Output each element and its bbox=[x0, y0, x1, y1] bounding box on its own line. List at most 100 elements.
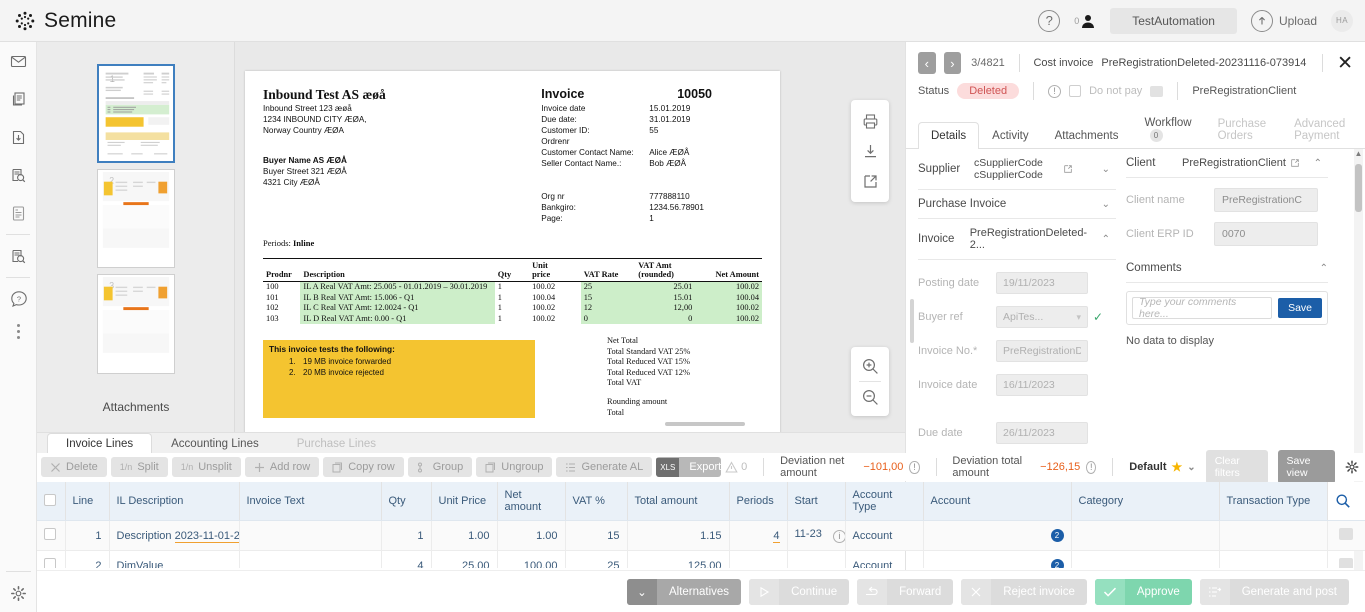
view-selector[interactable]: Default ★ ⌄ bbox=[1129, 460, 1195, 474]
gear-icon[interactable] bbox=[1345, 460, 1359, 474]
unsplit-button[interactable]: 1/n Unsplit bbox=[172, 457, 241, 477]
continue-button[interactable]: Continue bbox=[749, 579, 849, 605]
cell-invoice-text[interactable] bbox=[239, 521, 381, 551]
cell-total-amount[interactable]: 1.15 bbox=[627, 521, 729, 551]
due-date-input[interactable]: 26/11/2023 bbox=[996, 422, 1088, 444]
alert-icon[interactable]: ! bbox=[1048, 85, 1061, 98]
attachments-thumbnail-panel[interactable]: 1 bbox=[37, 42, 235, 432]
do-not-pay-checkbox[interactable] bbox=[1069, 85, 1081, 97]
print-icon[interactable] bbox=[851, 106, 889, 136]
document-scroll-indicator[interactable] bbox=[665, 422, 745, 426]
col-account[interactable]: Account bbox=[923, 482, 1071, 521]
cell-comment[interactable] bbox=[1327, 551, 1365, 569]
sidebar-item-documents[interactable] bbox=[0, 80, 37, 118]
cell-category[interactable] bbox=[1071, 551, 1219, 569]
select-all-header[interactable] bbox=[37, 482, 65, 521]
tab-advanced-payment[interactable]: Advanced Payment bbox=[1281, 110, 1365, 149]
cell-periods[interactable] bbox=[729, 551, 787, 569]
chevron-up-icon[interactable]: ⌃ bbox=[1102, 234, 1110, 245]
row-select-cell[interactable] bbox=[37, 521, 65, 551]
sidebar-item-document-out[interactable] bbox=[0, 118, 37, 156]
col-unit-price[interactable]: Unit Price bbox=[431, 482, 497, 521]
chevron-up-icon[interactable]: ⌃ bbox=[1314, 158, 1322, 169]
grid-search-icon[interactable] bbox=[1327, 482, 1365, 521]
scroll-up-arrow-icon[interactable]: ▲ bbox=[1355, 149, 1363, 158]
tab-attachments[interactable]: Attachments bbox=[1042, 122, 1132, 149]
tab-workflow[interactable]: Workflow0 bbox=[1132, 109, 1205, 149]
generate-al-button[interactable]: Generate AL bbox=[556, 457, 652, 477]
cell-comment[interactable] bbox=[1327, 521, 1365, 551]
alternatives-button[interactable]: ⌄ Alternatives bbox=[627, 579, 741, 605]
thumbnail-page-3[interactable]: 3 bbox=[97, 274, 175, 373]
info-icon[interactable]: i bbox=[833, 530, 845, 543]
next-document-button[interactable]: › bbox=[944, 52, 962, 74]
col-net-amount[interactable]: Net amount bbox=[497, 482, 565, 521]
sidebar-item-archive-search[interactable] bbox=[0, 237, 37, 275]
open-external-icon[interactable] bbox=[1290, 158, 1300, 168]
tab-purchase-lines[interactable]: Purchase Lines bbox=[278, 433, 395, 454]
cell-start[interactable]: 11-23 i bbox=[787, 521, 845, 551]
col-vat-percent[interactable]: VAT % bbox=[565, 482, 627, 521]
save-comment-button[interactable]: Save bbox=[1278, 298, 1322, 318]
posting-date-input[interactable]: 19/11/2023 bbox=[996, 272, 1088, 294]
col-qty[interactable]: Qty bbox=[381, 482, 431, 521]
cell-account[interactable]: 2 bbox=[923, 521, 1071, 551]
chevron-up-icon[interactable]: ⌃ bbox=[1320, 263, 1328, 274]
cell-unit-price[interactable]: 1.00 bbox=[431, 521, 497, 551]
tab-purchase-orders[interactable]: Purchase Orders bbox=[1205, 110, 1282, 149]
comment-icon[interactable] bbox=[1339, 528, 1353, 540]
client-name-input[interactable]: PreRegistrationC bbox=[1214, 188, 1318, 212]
cell-qty[interactable]: 4 bbox=[381, 551, 431, 569]
help-icon[interactable]: ? bbox=[1038, 10, 1060, 32]
download-icon[interactable] bbox=[851, 136, 889, 166]
col-category[interactable]: Category bbox=[1071, 482, 1219, 521]
rail-more-options[interactable] bbox=[0, 324, 37, 339]
star-icon[interactable]: ★ bbox=[1172, 460, 1183, 474]
invoice-date-input[interactable]: 16/11/2023 bbox=[996, 374, 1088, 396]
sidebar-item-invoice[interactable] bbox=[0, 194, 37, 232]
client-accordion[interactable]: Client PreRegistrationClient ⌃ bbox=[1126, 149, 1328, 178]
thumbnail-page-1[interactable]: 1 bbox=[97, 64, 175, 163]
split-button[interactable]: 1/n Split bbox=[111, 457, 168, 477]
cell-net-amount[interactable]: 1.00 bbox=[497, 521, 565, 551]
sidebar-item-help[interactable]: ? bbox=[0, 280, 37, 318]
zoom-out-icon[interactable] bbox=[851, 382, 889, 412]
purchase-invoice-accordion[interactable]: Purchase Invoice ⌄ bbox=[918, 190, 1116, 219]
close-icon[interactable]: ✕ bbox=[1337, 54, 1353, 73]
cell-periods[interactable]: 4 bbox=[729, 521, 787, 551]
col-transaction-type[interactable]: Transaction Type bbox=[1219, 482, 1327, 521]
thumbnail-page-2[interactable]: 2 bbox=[97, 169, 175, 268]
tab-activity[interactable]: Activity bbox=[979, 122, 1041, 149]
col-invoice-text[interactable]: Invoice Text bbox=[239, 482, 381, 521]
copy-row-button[interactable]: Copy row bbox=[323, 457, 403, 477]
cell-unit-price[interactable]: 25.00 bbox=[431, 551, 497, 569]
client-erp-id-input[interactable]: 0070 bbox=[1214, 222, 1318, 246]
col-account-type[interactable]: Account Type bbox=[845, 482, 923, 521]
open-external-icon[interactable] bbox=[851, 166, 889, 196]
cell-il-description[interactable]: Description 2023-11-01-2024-02 bbox=[109, 521, 239, 551]
chevron-down-icon[interactable]: ⌄ bbox=[1102, 164, 1110, 175]
row-checkbox[interactable] bbox=[44, 558, 56, 568]
info-icon[interactable]: ! bbox=[1086, 461, 1096, 474]
forward-button[interactable]: Forward bbox=[857, 579, 953, 605]
col-periods[interactable]: Periods bbox=[729, 482, 787, 521]
tab-invoice-lines[interactable]: Invoice Lines bbox=[47, 433, 152, 454]
ungroup-button[interactable]: Ungroup bbox=[476, 457, 552, 477]
cell-account[interactable]: 2 bbox=[923, 551, 1071, 569]
cell-account-type[interactable]: Account bbox=[845, 551, 923, 569]
sidebar-item-document-search[interactable] bbox=[0, 156, 37, 194]
select-all-checkbox[interactable] bbox=[44, 494, 56, 506]
chevron-down-icon[interactable]: ⌄ bbox=[1102, 199, 1110, 210]
user-chip[interactable]: TestAutomation bbox=[1110, 8, 1237, 34]
generate-and-post-button[interactable]: Generate and post bbox=[1200, 579, 1349, 605]
cell-total-amount[interactable]: 125.00 bbox=[627, 551, 729, 569]
invoice-accordion[interactable]: Invoice PreRegistrationDeleted-2... ⌃ bbox=[918, 219, 1116, 260]
col-start[interactable]: Start bbox=[787, 482, 845, 521]
group-button[interactable]: Group bbox=[408, 457, 473, 477]
avatar[interactable]: HA bbox=[1331, 10, 1353, 32]
add-row-button[interactable]: Add row bbox=[245, 457, 319, 477]
cell-account-type[interactable]: Account bbox=[845, 521, 923, 551]
comment-icon[interactable] bbox=[1339, 558, 1353, 568]
cell-qty[interactable]: 1 bbox=[381, 521, 431, 551]
tab-accounting-lines[interactable]: Accounting Lines bbox=[152, 433, 278, 454]
